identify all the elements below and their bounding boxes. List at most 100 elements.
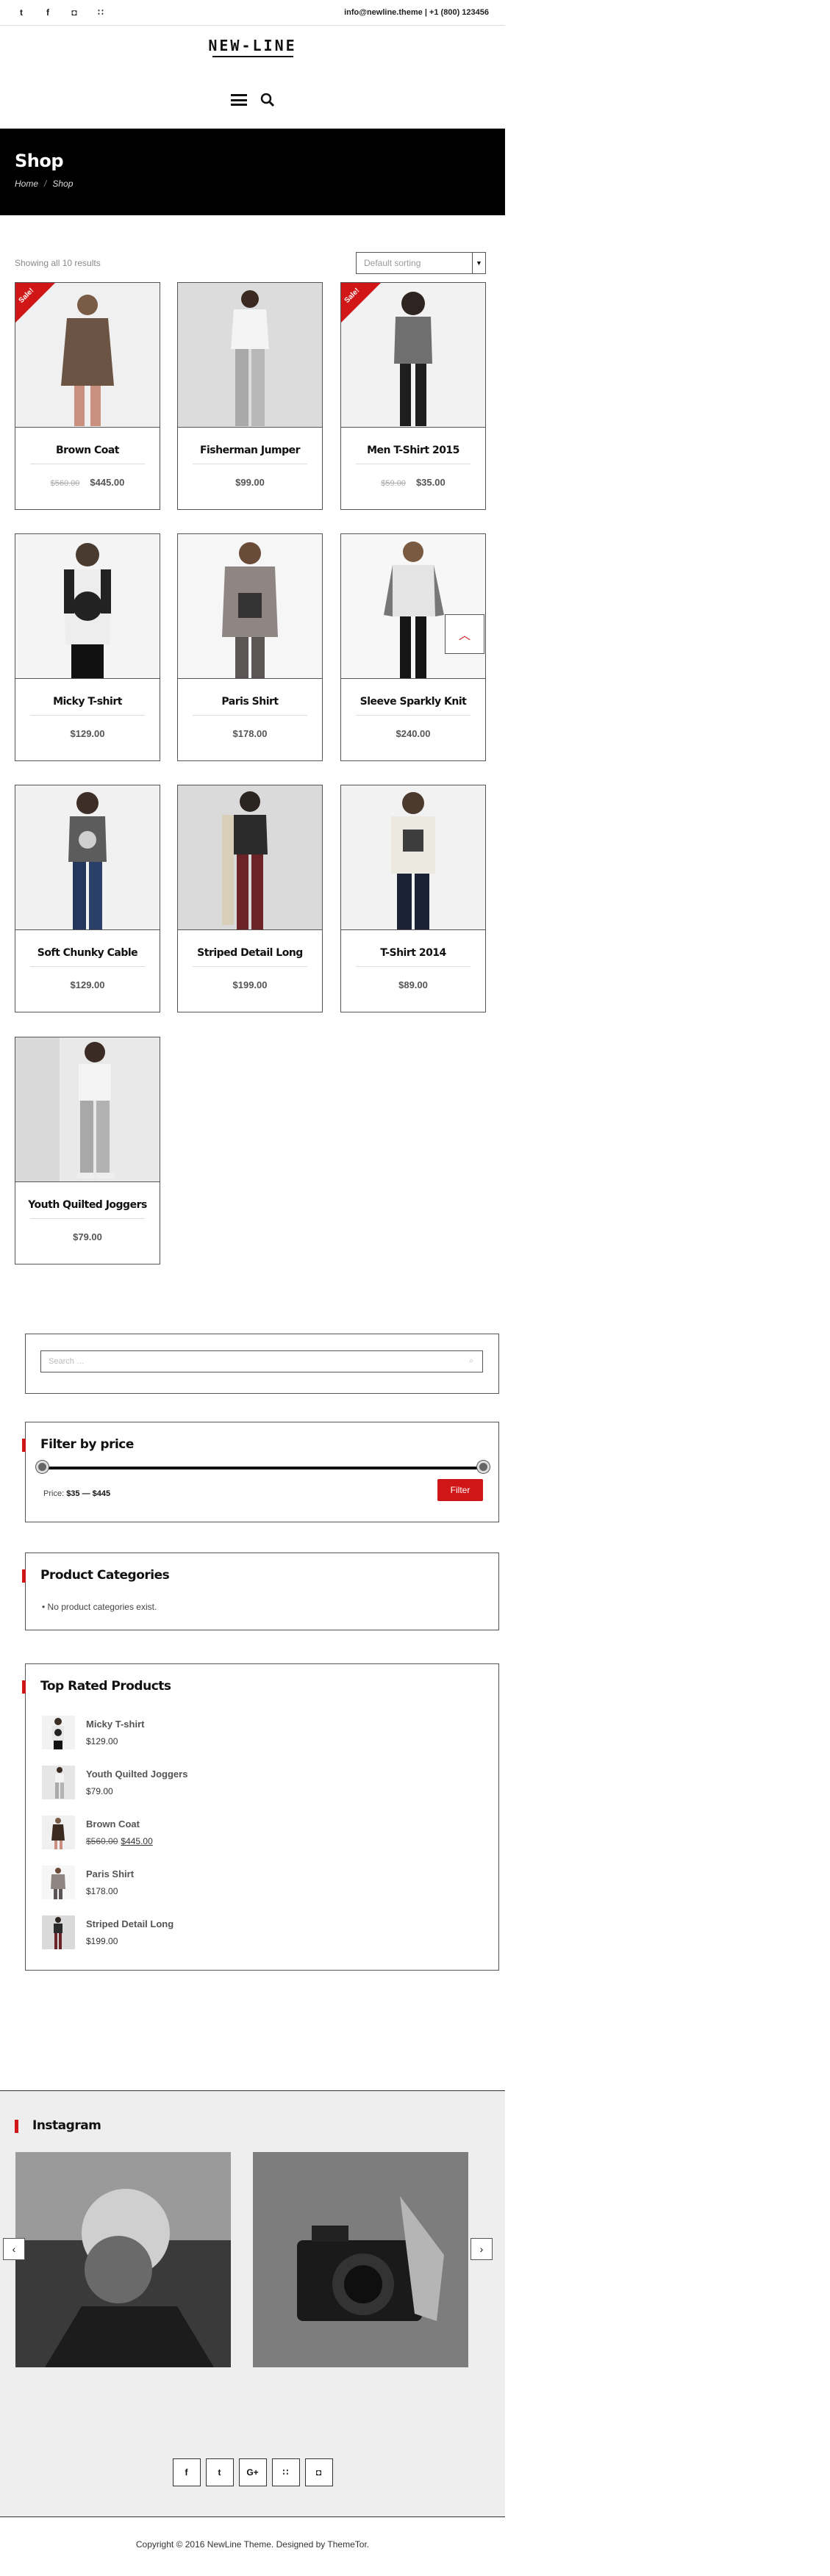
- rss-icon[interactable]: ∷: [96, 7, 106, 18]
- product-card[interactable]: Paris Shirt $178.00: [177, 533, 323, 761]
- product-name[interactable]: Micky T-shirt: [15, 696, 160, 708]
- product-name[interactable]: Soft Chunky Cable: [15, 947, 160, 959]
- top-rated-title: Top Rated Products: [22, 1679, 484, 1694]
- carousel-prev-button[interactable]: ‹: [3, 2238, 25, 2260]
- price-slider-track[interactable]: [42, 1467, 483, 1469]
- categories-empty-message: • No product categories exist.: [42, 1602, 157, 1612]
- list-item[interactable]: Paris Shirt $178.00: [42, 1866, 409, 1902]
- result-count: Showing all 10 results: [15, 258, 101, 268]
- google-plus-icon[interactable]: G+: [238, 2458, 267, 2486]
- product-image[interactable]: [15, 1037, 160, 1182]
- product-price: $79.00: [86, 1786, 113, 1796]
- contact-info[interactable]: info@newline.theme | +1 (800) 123456: [344, 8, 489, 17]
- product-card[interactable]: Sale! Men T-Shirt 2015 $59.00 $35.00: [340, 282, 486, 510]
- twitter-icon[interactable]: t: [16, 7, 26, 18]
- instagram-photo[interactable]: [253, 2152, 468, 2367]
- product-name[interactable]: Youth Quilted Joggers: [86, 1769, 187, 1780]
- sorting-value: Default sorting: [364, 258, 421, 268]
- product-card[interactable]: T-Shirt 2014 $89.00: [340, 785, 486, 1012]
- search-icon[interactable]: [260, 93, 275, 107]
- product-card[interactable]: Youth Quilted Joggers $79.00: [15, 1037, 160, 1264]
- facebook-icon[interactable]: f: [43, 7, 53, 18]
- product-card[interactable]: Striped Detail Long $199.00: [177, 785, 323, 1012]
- footer-social-links: f t G+ ∷ ◘: [0, 2458, 505, 2486]
- instagram-icon[interactable]: ◘: [304, 2458, 333, 2486]
- product-card[interactable]: Soft Chunky Cable $129.00: [15, 785, 160, 1012]
- product-thumbnail[interactable]: [42, 1766, 75, 1799]
- page-title: Shop: [15, 151, 64, 171]
- search-icon[interactable]: ⌕: [469, 1356, 473, 1366]
- product-price: $129.00: [86, 1736, 118, 1746]
- product-categories-widget: Product Categories • No product categori…: [22, 1553, 499, 1630]
- product-thumbnail[interactable]: [42, 1866, 75, 1899]
- product-price: $199.00: [178, 979, 322, 990]
- product-name[interactable]: Striped Detail Long: [86, 1918, 173, 1929]
- top-rated-widget: Top Rated Products Micky T-shirt $129.00…: [22, 1663, 499, 1971]
- product-image[interactable]: [341, 534, 485, 679]
- menu-icon[interactable]: [230, 94, 247, 106]
- instagram-photo[interactable]: [15, 2152, 231, 2367]
- list-item[interactable]: Micky T-shirt $129.00: [42, 1716, 409, 1752]
- product-image[interactable]: Sale!: [15, 283, 160, 428]
- search-placeholder: Search …: [49, 1357, 85, 1366]
- product-name[interactable]: Youth Quilted Joggers: [15, 1199, 160, 1211]
- product-image[interactable]: [15, 534, 160, 679]
- facebook-icon[interactable]: f: [172, 2458, 201, 2486]
- chevron-down-icon[interactable]: ▼: [472, 253, 485, 273]
- product-thumbnail[interactable]: [42, 1716, 75, 1749]
- breadcrumb-home[interactable]: Home: [15, 179, 38, 189]
- breadcrumb-separator: /: [44, 179, 47, 189]
- product-price: $79.00: [15, 1231, 160, 1242]
- product-image[interactable]: Sale!: [341, 283, 485, 428]
- product-name[interactable]: Micky T-shirt: [86, 1719, 144, 1730]
- product-name[interactable]: Sleeve Sparkly Knit: [341, 696, 485, 708]
- product-image[interactable]: [178, 785, 322, 930]
- rss-icon[interactable]: ∷: [271, 2458, 300, 2486]
- product-card[interactable]: Micky T-shirt $129.00: [15, 533, 160, 761]
- product-name[interactable]: Fisherman Jumper: [178, 445, 322, 456]
- product-image[interactable]: [178, 534, 322, 679]
- product-card[interactable]: Fisherman Jumper $99.00: [177, 282, 323, 510]
- site-logo[interactable]: NEW-LINE: [0, 37, 505, 57]
- product-name[interactable]: Paris Shirt: [178, 696, 322, 708]
- product-price: $199.00: [86, 1936, 118, 1946]
- list-item[interactable]: Youth Quilted Joggers $79.00: [42, 1766, 409, 1802]
- breadcrumb-current: Shop: [52, 179, 74, 189]
- price-range-label: Price: $35 — $445: [43, 1489, 110, 1498]
- product-image[interactable]: [341, 785, 485, 930]
- search-input[interactable]: Search … ⌕: [40, 1350, 483, 1372]
- price-slider-max-handle[interactable]: [476, 1461, 490, 1473]
- price-slider-min-handle[interactable]: [35, 1461, 49, 1473]
- divider: [193, 715, 307, 716]
- product-price: $59.00 $35.00: [341, 477, 485, 488]
- product-name[interactable]: Brown Coat: [86, 1818, 140, 1830]
- product-image[interactable]: [178, 283, 322, 428]
- list-item[interactable]: Brown Coat $560.00 $445.00: [42, 1816, 409, 1852]
- twitter-icon[interactable]: t: [205, 2458, 234, 2486]
- back-to-top-button[interactable]: ︿: [445, 614, 484, 654]
- top-bar: t f ◘ ∷ info@newline.theme | +1 (800) 12…: [0, 0, 505, 26]
- instagram-icon[interactable]: ◘: [69, 7, 79, 18]
- product-price: $178.00: [86, 1886, 118, 1896]
- product-price: $129.00: [15, 728, 160, 739]
- price-max: $445: [92, 1489, 111, 1498]
- product-thumbnail[interactable]: [42, 1816, 75, 1849]
- product-name[interactable]: Brown Coat: [15, 445, 160, 456]
- carousel-next-button[interactable]: ›: [471, 2238, 493, 2260]
- product-thumbnail[interactable]: [42, 1915, 75, 1949]
- product-name[interactable]: Men T-Shirt 2015: [341, 445, 485, 456]
- sorting-select[interactable]: Default sorting ▼: [356, 252, 486, 274]
- current-price: $99.00: [235, 477, 265, 488]
- product-image[interactable]: [15, 785, 160, 930]
- filter-button[interactable]: Filter: [437, 1479, 483, 1501]
- product-price: $89.00: [341, 979, 485, 990]
- divider: [30, 966, 145, 967]
- breadcrumb: Home / Shop: [15, 179, 490, 189]
- product-name[interactable]: Paris Shirt: [86, 1868, 134, 1879]
- product-name[interactable]: T-Shirt 2014: [341, 947, 485, 959]
- list-item[interactable]: Striped Detail Long $199.00: [42, 1915, 409, 1952]
- categories-title: Product Categories: [22, 1568, 484, 1583]
- product-price: $240.00: [341, 728, 485, 739]
- product-name[interactable]: Striped Detail Long: [178, 947, 322, 959]
- product-card[interactable]: Sale! Brown Coat $560.00 $445.00: [15, 282, 160, 510]
